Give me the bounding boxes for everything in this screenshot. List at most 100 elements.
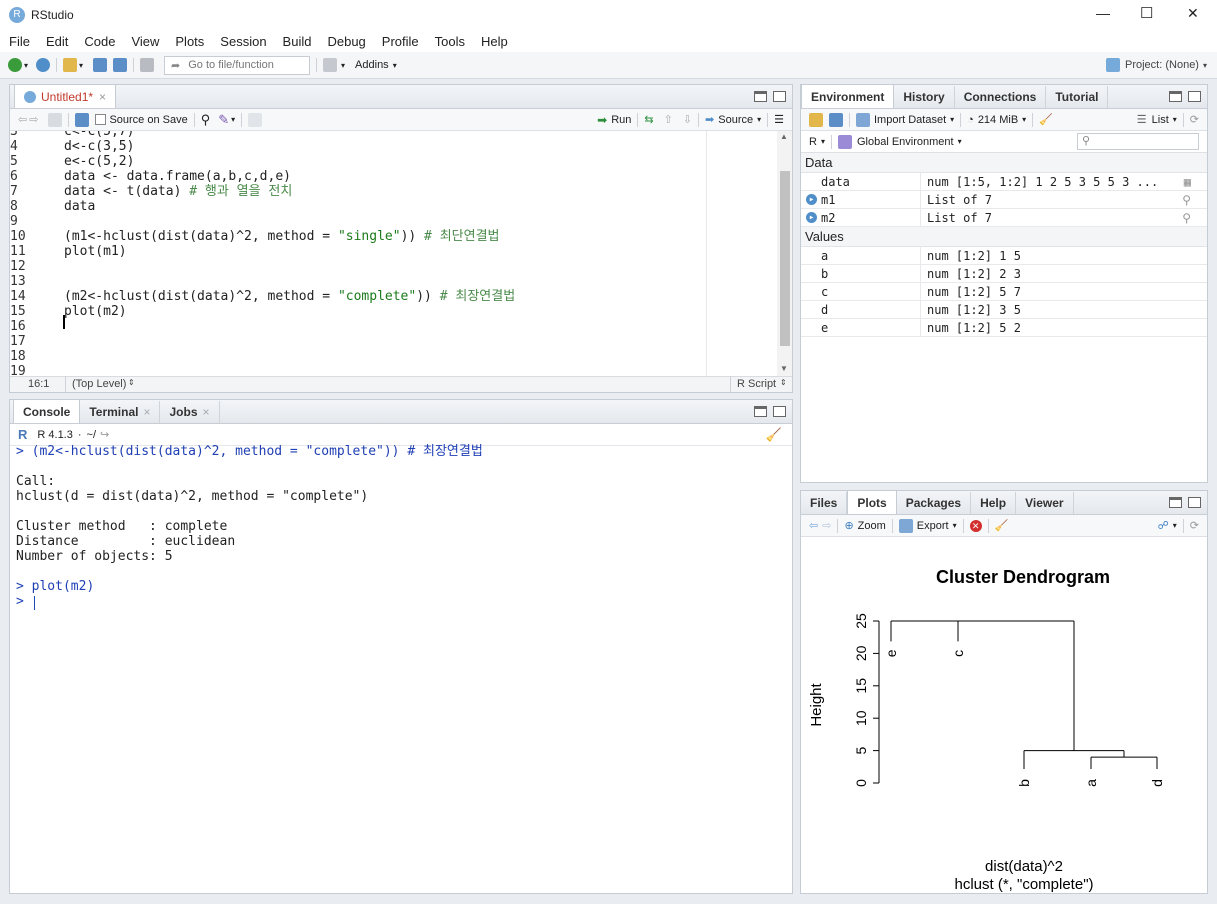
- menu-tools[interactable]: Tools: [427, 34, 473, 49]
- chevron-down-icon[interactable]: ▾: [757, 115, 761, 124]
- memory-usage[interactable]: 214 MiB: [978, 114, 1018, 126]
- maximize-pane-icon[interactable]: [1188, 91, 1201, 102]
- source-button[interactable]: Source: [718, 114, 753, 126]
- chevron-down-icon[interactable]: ▾: [953, 521, 957, 530]
- clear-console-icon[interactable]: 🧹: [766, 427, 782, 443]
- code-line[interactable]: [64, 334, 704, 349]
- chevron-down-icon[interactable]: ▾: [24, 61, 28, 70]
- code-line[interactable]: (m2<-hclust(dist(data)^2, method = "comp…: [64, 289, 704, 304]
- project-menu[interactable]: Project: (None) ▾: [1106, 58, 1207, 72]
- run-button[interactable]: Run: [611, 114, 631, 126]
- run-icon[interactable]: ➡: [597, 113, 607, 127]
- open-folder-icon[interactable]: [63, 58, 78, 72]
- save-icon[interactable]: [75, 112, 90, 127]
- environment-row[interactable]: b num [1:2] 2 3: [801, 265, 1207, 283]
- tab-help[interactable]: Help: [971, 492, 1017, 514]
- editor-scrollbar[interactable]: ▲ ▼: [777, 131, 792, 376]
- maximize-pane-icon[interactable]: [773, 406, 786, 417]
- tab-untitled1[interactable]: Untitled1* ×: [14, 84, 117, 108]
- tab-packages[interactable]: Packages: [897, 492, 972, 514]
- code-line[interactable]: data: [64, 199, 704, 214]
- open-folder-icon[interactable]: [809, 112, 823, 127]
- code-editor[interactable]: 3 4 5 6 7 8 9 10 11 12 13 14 15 16 17 18 19 c<-c(5,7) d<-…: [10, 131, 777, 376]
- minimize-button[interactable]: —: [1096, 5, 1110, 21]
- environment-search-input[interactable]: ⚲: [1077, 133, 1199, 150]
- chevron-down-icon[interactable]: ▾: [958, 137, 962, 146]
- menu-plots[interactable]: Plots: [167, 34, 212, 49]
- menu-debug[interactable]: Debug: [319, 34, 373, 49]
- tab-terminal[interactable]: Terminal ×: [80, 401, 161, 423]
- code-area[interactable]: c<-c(5,7) d<-c(3,5) e<-c(5,2) data <- data.…: [64, 131, 704, 376]
- chevron-down-icon[interactable]: ▾: [79, 61, 83, 70]
- back-icon[interactable]: ⇦: [18, 113, 27, 126]
- outline-icon[interactable]: [248, 112, 263, 127]
- tab-plots[interactable]: Plots: [847, 490, 897, 514]
- rerun-icon[interactable]: ⇆: [644, 113, 653, 126]
- down-arrow-icon[interactable]: ⇩: [683, 113, 692, 126]
- updown-icon[interactable]: ⇕: [780, 378, 787, 387]
- file-type-selector[interactable]: R Script: [737, 378, 776, 390]
- chevron-down-icon[interactable]: ▾: [341, 61, 345, 70]
- grid-layout-icon[interactable]: [323, 58, 338, 72]
- remove-plot-icon[interactable]: ✕: [969, 519, 982, 532]
- code-line[interactable]: plot(m2): [64, 304, 704, 319]
- working-dir[interactable]: ~/: [87, 429, 96, 441]
- menu-file[interactable]: File: [0, 34, 38, 49]
- show-in-window-icon[interactable]: [48, 112, 63, 127]
- new-project-icon[interactable]: [36, 58, 51, 72]
- chevron-down-icon[interactable]: ▾: [393, 61, 397, 70]
- broom-icon[interactable]: 🧹: [1039, 113, 1053, 126]
- code-line[interactable]: data <- t(data) # 행과 열을 전치: [64, 184, 704, 199]
- goto-dir-icon[interactable]: ↪: [100, 428, 109, 441]
- new-file-icon[interactable]: [8, 58, 22, 72]
- menu-help[interactable]: Help: [473, 34, 516, 49]
- addins-button[interactable]: Addins: [355, 59, 389, 71]
- expand-icon[interactable]: ▶: [806, 212, 817, 223]
- environment-row[interactable]: ▶ m2 List of 7 ⚲: [801, 209, 1207, 227]
- source-on-save-checkbox[interactable]: [95, 114, 107, 125]
- maximize-pane-icon[interactable]: [773, 91, 786, 102]
- previous-plot-icon[interactable]: ⇦: [809, 519, 818, 532]
- forward-icon[interactable]: ⇨: [29, 113, 38, 126]
- tab-environment[interactable]: Environment: [801, 84, 895, 108]
- code-line[interactable]: (m1<-hclust(dist(data)^2, method = "sing…: [64, 229, 704, 244]
- code-line[interactable]: [64, 349, 704, 364]
- scroll-up-icon[interactable]: ▲: [780, 132, 788, 141]
- save-all-icon[interactable]: [113, 58, 128, 72]
- up-arrow-icon[interactable]: ⇧: [664, 113, 673, 126]
- grid-view-icon[interactable]: ▦: [1184, 175, 1191, 189]
- tab-tutorial[interactable]: Tutorial: [1046, 86, 1109, 108]
- scope-selector[interactable]: (Top Level): [72, 378, 126, 390]
- close-button[interactable]: ✕: [1187, 5, 1199, 22]
- language-selector[interactable]: R: [809, 136, 817, 148]
- code-line[interactable]: [64, 319, 704, 334]
- next-plot-icon[interactable]: ⇨: [822, 519, 831, 532]
- tab-history[interactable]: History: [894, 86, 955, 108]
- chevron-down-icon[interactable]: ▾: [1173, 115, 1177, 124]
- code-line[interactable]: d<-c(3,5): [64, 139, 704, 154]
- environment-row[interactable]: a num [1:2] 1 5: [801, 247, 1207, 265]
- menu-session[interactable]: Session: [212, 34, 274, 49]
- updown-icon[interactable]: ⇕: [128, 378, 135, 387]
- tab-files[interactable]: Files: [801, 492, 848, 514]
- close-icon[interactable]: ×: [99, 90, 106, 104]
- code-line[interactable]: e<-c(5,2): [64, 154, 704, 169]
- goto-file-input[interactable]: ➦ Go to file/function: [164, 55, 311, 75]
- maximize-pane-icon[interactable]: [1188, 497, 1201, 508]
- environment-row[interactable]: c num [1:2] 5 7: [801, 283, 1207, 301]
- menu-view[interactable]: View: [123, 34, 167, 49]
- console-output[interactable]: > (m2<-hclust(dist(data)^2, method = "co…: [16, 444, 786, 609]
- maximize-button[interactable]: ☐: [1140, 4, 1153, 22]
- minimize-pane-icon[interactable]: [754, 91, 767, 102]
- menu-profile[interactable]: Profile: [374, 34, 427, 49]
- chevron-down-icon[interactable]: ▾: [950, 115, 954, 124]
- export-button[interactable]: Export: [917, 520, 949, 532]
- scrollbar-thumb[interactable]: [780, 171, 790, 346]
- search-icon[interactable]: ⚲: [201, 112, 211, 128]
- chevron-down-icon[interactable]: ▾: [1173, 521, 1177, 530]
- chevron-down-icon[interactable]: ▾: [821, 137, 825, 146]
- search-icon[interactable]: ⚲: [1182, 193, 1191, 207]
- chevron-down-icon[interactable]: ▾: [231, 115, 235, 124]
- minimize-pane-icon[interactable]: [754, 406, 767, 417]
- close-icon[interactable]: ×: [143, 405, 150, 419]
